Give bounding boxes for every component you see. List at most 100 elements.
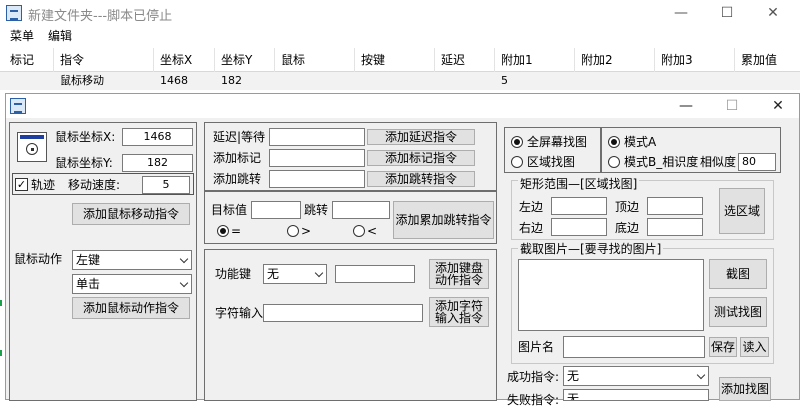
target-field[interactable]	[251, 201, 301, 219]
menu-bar: 菜单 编辑	[0, 26, 800, 46]
dialog-maximize-icon[interactable]: ☐	[709, 94, 755, 118]
text-input-label: 字符输入	[215, 306, 264, 320]
column-header-key[interactable]: 按键	[355, 48, 435, 72]
jump-label: 添加跳转	[213, 172, 262, 186]
left-edge-field[interactable]	[551, 197, 607, 215]
radio-greater-label: >	[301, 224, 312, 238]
test-find-button[interactable]: 测试找图	[709, 297, 767, 327]
close-icon[interactable]: ✕	[750, 0, 796, 26]
dialog-minimize-icon[interactable]: —	[663, 94, 709, 118]
crosshair-icon[interactable]	[17, 132, 47, 162]
column-header-add2[interactable]: 附加2	[575, 48, 655, 72]
image-name-label: 图片名	[518, 340, 555, 354]
success-command-value: 无	[567, 369, 580, 383]
add-delay-button[interactable]: 添加延迟指令	[367, 129, 475, 145]
menu-item-menu[interactable]: 菜单	[10, 26, 34, 46]
column-header-x[interactable]: 坐标X	[154, 48, 215, 72]
table-row[interactable]: 鼠标移动 1468 182 5	[0, 72, 800, 90]
accumulate-panel: 目标值 跳转 添加累加跳转指令 = > <	[204, 191, 497, 244]
delay-field[interactable]	[269, 128, 365, 146]
mouse-action-label: 鼠标动作	[14, 252, 63, 266]
add-mark-button[interactable]: 添加标记指令	[367, 150, 475, 166]
click-type-select[interactable]: 单击	[72, 274, 192, 294]
right-edge-field[interactable]	[551, 218, 607, 236]
bottom-edge-field[interactable]	[647, 218, 703, 236]
add-mouse-move-button[interactable]: 添加鼠标移动指令	[72, 203, 190, 225]
add-text-input-button[interactable]: 添加字符输入指令	[429, 297, 489, 327]
success-command-select[interactable]: 无	[563, 366, 709, 386]
radio-less-label: <	[367, 224, 378, 238]
track-checkbox[interactable]: ✓	[15, 178, 28, 191]
similarity-field[interactable]: 80	[738, 153, 776, 171]
app-icon	[6, 5, 22, 21]
radio-less[interactable]	[353, 225, 365, 237]
dialog-close-icon[interactable]: ✕	[755, 94, 800, 118]
mouse-y-field[interactable]: 182	[122, 154, 193, 172]
bottom-edge-label: 底边	[615, 221, 640, 235]
image-name-field[interactable]	[563, 336, 705, 358]
radio-mode-a[interactable]	[608, 136, 620, 148]
mark-field[interactable]	[269, 149, 365, 167]
key-field[interactable]	[335, 265, 415, 283]
mouse-y-label: 鼠标坐标Y:	[55, 156, 113, 170]
add-accumulate-jump-button[interactable]: 添加累加跳转指令	[393, 201, 494, 239]
column-header-mouse[interactable]: 鼠标	[275, 48, 355, 72]
add-mouse-action-button[interactable]: 添加鼠标动作指令	[72, 297, 190, 319]
edge-marker	[0, 350, 2, 356]
add-keyboard-button[interactable]: 添加键盘动作指令	[429, 259, 489, 289]
cell-y: 182	[221, 74, 242, 87]
column-header-y[interactable]: 坐标Y	[215, 48, 275, 72]
command-dialog: — ☐ ✕ 鼠标坐标X: 1468 鼠标坐标Y: 182 ✓ 轨迹 移动速度: …	[5, 93, 800, 407]
edge-marker	[0, 300, 2, 306]
radio-mode-b[interactable]	[608, 156, 620, 168]
column-header-mark[interactable]: 标记	[4, 48, 54, 72]
column-header-delay[interactable]: 延迟	[435, 48, 495, 72]
mark-label: 添加标记	[213, 151, 262, 165]
radio-equal[interactable]	[217, 225, 229, 237]
grid-header: 标记 指令 坐标X 坐标Y 鼠标 按键 延迟 附加1 附加2 附加3 累加值	[0, 48, 800, 72]
capture-button[interactable]: 截图	[709, 259, 767, 289]
text-input-field[interactable]	[263, 304, 423, 322]
left-edge-label: 左边	[519, 200, 544, 214]
radio-equal-label: =	[231, 224, 242, 238]
captured-image-preview	[518, 259, 704, 331]
delay-label: 延迟|等待	[213, 130, 266, 144]
radio-area[interactable]	[511, 156, 523, 168]
target-jump-label: 跳转	[304, 203, 329, 217]
load-button[interactable]: 读入	[740, 337, 769, 357]
click-type-value: 单击	[76, 277, 101, 291]
add-jump-button[interactable]: 添加跳转指令	[367, 171, 475, 187]
mouse-x-field[interactable]: 1468	[122, 128, 193, 146]
window-title-bar: 新建文件夹---脚本已停止 — ☐ ✕	[0, 0, 800, 26]
top-edge-field[interactable]	[647, 197, 703, 215]
fail-command-label: 失败指令:	[507, 393, 560, 407]
column-header-accumulate[interactable]: 累加值	[735, 48, 800, 72]
column-header-add1[interactable]: 附加1	[495, 48, 575, 72]
find-scope-panel: 全屏幕找图 区域找图	[504, 127, 601, 173]
jump-field[interactable]	[269, 170, 365, 188]
cell-x: 1468	[160, 74, 188, 87]
top-edge-label: 顶边	[615, 200, 640, 214]
fail-command-select[interactable]: 无	[563, 389, 709, 401]
function-key-value: 无	[267, 267, 280, 281]
mouse-button-value: 左键	[76, 253, 101, 267]
menu-item-edit[interactable]: 编辑	[48, 26, 72, 46]
function-key-select[interactable]: 无	[263, 264, 327, 284]
column-header-add3[interactable]: 附加3	[655, 48, 735, 72]
cell-add1: 5	[501, 74, 508, 87]
radio-fullscreen[interactable]	[511, 136, 523, 148]
minimize-icon[interactable]: —	[658, 0, 704, 26]
save-button[interactable]: 保存	[709, 337, 737, 357]
maximize-icon[interactable]: ☐	[704, 0, 750, 26]
speed-field[interactable]: 5	[142, 176, 190, 194]
mouse-x-label: 鼠标坐标X:	[55, 130, 116, 144]
select-area-button[interactable]: 选区域	[719, 188, 765, 234]
radio-greater[interactable]	[287, 225, 299, 237]
target-jump-field[interactable]	[332, 201, 390, 219]
mouse-button-select[interactable]: 左键	[72, 250, 192, 270]
function-key-label: 功能键	[215, 267, 252, 281]
add-find-image-button[interactable]: 添加找图	[719, 377, 771, 401]
column-header-command[interactable]: 指令	[54, 48, 154, 72]
chevron-down-icon	[314, 268, 324, 278]
capture-title: 截取图片—[要寻找的图片]	[518, 241, 664, 257]
